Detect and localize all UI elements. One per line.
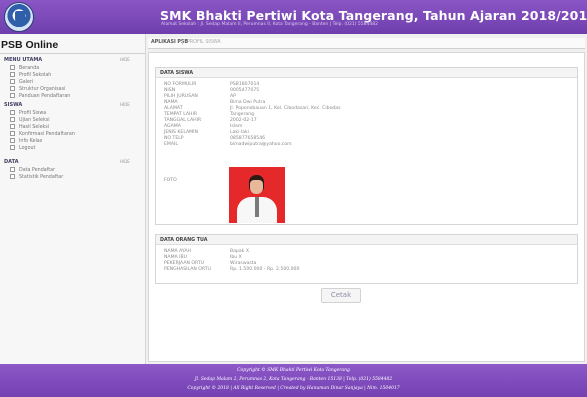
field-value: Laki-laki xyxy=(230,130,249,135)
student-data-title: DATA SISWA xyxy=(156,68,577,78)
page-footer: Copyright © SMK Bhakti Pertiwi Kota Tang… xyxy=(0,364,587,397)
menu-bullet-icon xyxy=(10,174,15,179)
footer-address: Jl. Sedap Malam 2, Perumnas 2, Kota Tang… xyxy=(194,377,393,382)
menu-bullet-icon xyxy=(10,72,15,77)
field-value: bimadwiputra@yahoo.com xyxy=(230,142,292,147)
field-value: PSB1807014 xyxy=(230,82,260,87)
field-value: 085877658546 xyxy=(230,136,266,141)
sidebar-item-profil-siswa[interactable]: Profil Siswa xyxy=(10,110,46,116)
field-label: TEMPAT LAHIR xyxy=(164,112,198,117)
field-label: NAMA IBU xyxy=(164,255,188,260)
sidebar-item-struktur[interactable]: Struktur Organisasi xyxy=(10,86,65,92)
field-value: Tangerang xyxy=(230,112,255,117)
menu-bullet-icon xyxy=(10,93,15,98)
menu-bullet-icon xyxy=(10,65,15,70)
sidebar-item-galeri[interactable]: Galeri xyxy=(10,79,33,85)
menu-bullet-icon xyxy=(10,79,15,84)
field-label: NISN xyxy=(164,88,176,93)
sidebar-item-beranda[interactable]: Beranda xyxy=(10,65,39,71)
student-photo xyxy=(229,167,285,223)
brand-title: PSB Online xyxy=(1,39,59,51)
footer-copyright: Copyright © SMK Bhakti Pertiwi Kota Tang… xyxy=(237,368,350,373)
menu-section-utama: MENU UTAMA xyxy=(4,57,43,63)
menu-section-data: DATA xyxy=(4,159,19,165)
site-address: Alamat Sekolah : Jl. Sedap Malam II, Per… xyxy=(161,22,378,27)
breadcrumb: APLIKASI PSB PROFIL SISWA xyxy=(148,38,585,49)
sidebar-item-profil-sekolah[interactable]: Profil Sekolah xyxy=(10,72,51,78)
field-value: 0005477075 xyxy=(230,88,260,93)
field-label: NAMA AYAH xyxy=(164,249,191,254)
sidebar: PSB Online MENU UTAMA HIDE Beranda Profi… xyxy=(0,34,146,364)
field-value: AP xyxy=(230,94,236,99)
field-value: 2002-02-17 xyxy=(230,118,257,123)
school-logo-icon xyxy=(4,2,34,32)
field-label: PILIH JURUSAN xyxy=(164,94,198,99)
sidebar-item-info-kelas[interactable]: Info Kelas xyxy=(10,138,42,144)
field-label: NAMA xyxy=(164,100,178,105)
menu-bullet-icon xyxy=(10,131,15,136)
field-label: PEKERJAAN ORTU xyxy=(164,261,205,266)
field-label: AGAMA xyxy=(164,124,181,129)
field-value: Jl. Poponobauan 1, Kel. Cibodasari, Kec.… xyxy=(230,106,341,111)
print-button[interactable]: Cetak xyxy=(321,288,361,303)
field-label: ALAMAT xyxy=(164,106,183,111)
field-label: NO FORMULIR xyxy=(164,82,197,87)
menu-bullet-icon xyxy=(10,167,15,172)
tab-profil-siswa[interactable]: PROFIL SISWA xyxy=(182,40,221,45)
hide-toggle-data[interactable]: HIDE xyxy=(120,159,130,164)
sidebar-item-hasil[interactable]: Hasil Seleksi xyxy=(10,124,49,130)
menu-bullet-icon xyxy=(10,145,15,150)
field-value: Ibu X xyxy=(230,255,242,260)
footer-credits: Copyright © 2018 | All Right Reserved | … xyxy=(187,386,400,391)
sidebar-item-data-pendaftar[interactable]: Data Pendaftar xyxy=(10,167,55,173)
page-header: SMK Bhakti Pertiwi Kota Tangerang, Tahun… xyxy=(0,0,587,34)
field-label: EMAIL xyxy=(164,142,178,147)
field-label: JENIS KELAMIN xyxy=(164,130,198,135)
hide-toggle-siswa[interactable]: HIDE xyxy=(120,102,130,107)
field-label: PENGHASILAN ORTU xyxy=(164,267,211,272)
menu-bullet-icon xyxy=(10,86,15,91)
menu-bullet-icon xyxy=(10,110,15,115)
field-value: Rp. 1.500.000 - Rp. 2.500.000 xyxy=(230,267,300,272)
menu-section-siswa: SISWA xyxy=(4,102,23,108)
menu-bullet-icon xyxy=(10,124,15,129)
field-value: Wiraswasta xyxy=(230,261,257,266)
hide-toggle-utama[interactable]: HIDE xyxy=(120,57,130,62)
menu-bullet-icon xyxy=(10,138,15,143)
student-data-box: DATA SISWA NO FORMULIR PSB1807014 NISN 0… xyxy=(155,67,578,225)
menu-bullet-icon xyxy=(10,117,15,122)
site-title: SMK Bhakti Pertiwi Kota Tangerang, Tahun… xyxy=(160,8,587,23)
parent-data-title: DATA ORANG TUA xyxy=(156,235,577,245)
sidebar-item-logout[interactable]: Logout xyxy=(10,145,35,151)
field-label: NO TELP xyxy=(164,136,184,141)
parent-data-box: DATA ORANG TUA NAMA AYAH Bapak X NAMA IB… xyxy=(155,234,578,284)
main-panel: DATA SISWA NO FORMULIR PSB1807014 NISN 0… xyxy=(148,52,585,362)
photo-label: FOTO xyxy=(164,178,177,183)
sidebar-item-panduan[interactable]: Panduan Pendaftaran xyxy=(10,93,70,99)
field-value: Islam xyxy=(230,124,243,129)
divider xyxy=(0,53,146,54)
field-value: Bapak X xyxy=(230,249,249,254)
field-value: Bima Dwi Putra xyxy=(230,100,266,105)
sidebar-item-statistik[interactable]: Statistik Pendaftar xyxy=(10,174,63,180)
field-label: TANGGAL LAHIR xyxy=(164,118,202,123)
sidebar-item-ujian[interactable]: Ujian Seleksi xyxy=(10,117,50,123)
sidebar-item-konfirmasi[interactable]: Konfirmasi Pendaftaran xyxy=(10,131,75,137)
